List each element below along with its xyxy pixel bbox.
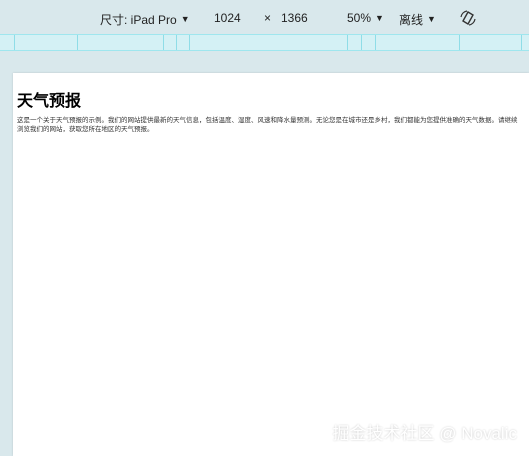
ruler-mark	[521, 35, 522, 50]
times-label: ×	[264, 11, 272, 25]
network-value: 离线	[399, 13, 424, 27]
chevron-down-icon: ▼	[427, 14, 436, 24]
watermark: 掘金技术社区 @ Novalic	[332, 424, 517, 443]
ruler-mark	[77, 35, 78, 50]
rotate-icon[interactable]	[459, 9, 477, 27]
ruler-mark	[163, 35, 164, 50]
ruler-mark	[347, 35, 348, 50]
device-size-label: 尺寸: iPad Pro	[100, 13, 177, 27]
ruler-mark	[375, 35, 376, 50]
ruler-mark	[189, 35, 190, 50]
width-field[interactable]: 1024	[214, 11, 241, 25]
chevron-down-icon: ▼	[180, 14, 190, 24]
page-title: 天气预报	[17, 93, 82, 110]
network-dropdown[interactable]: 离线 ▼	[399, 11, 436, 28]
media-query-ruler[interactable]	[0, 34, 529, 51]
page-paragraph: 这是一个关于天气预报的示例。我们的网站提供最新的天气信息，包括温度、湿度、风速和…	[17, 117, 518, 134]
dimension-separator: ×	[264, 11, 271, 25]
ruler-mark	[361, 35, 362, 50]
ruler-mark	[459, 35, 460, 50]
height-value: 1366	[281, 11, 308, 25]
device-toolbar: 尺寸: iPad Pro ▼ 1024 × 1366 50% ▼ 离线 ▼	[0, 0, 529, 34]
ruler-mark	[176, 35, 177, 50]
width-value: 1024	[214, 11, 241, 25]
device-viewport[interactable]: 天气预报 这是一个关于天气预报的示例。我们的网站提供最新的天气信息，包括温度、湿…	[13, 73, 529, 456]
zoom-value: 50%	[347, 11, 372, 25]
ruler-mark	[14, 35, 15, 50]
chevron-down-icon: ▼	[375, 12, 384, 23]
zoom-dropdown[interactable]: 50% ▼	[347, 11, 384, 25]
device-size-dropdown[interactable]: 尺寸: iPad Pro ▼	[100, 11, 190, 28]
height-field[interactable]: 1366	[281, 11, 308, 25]
